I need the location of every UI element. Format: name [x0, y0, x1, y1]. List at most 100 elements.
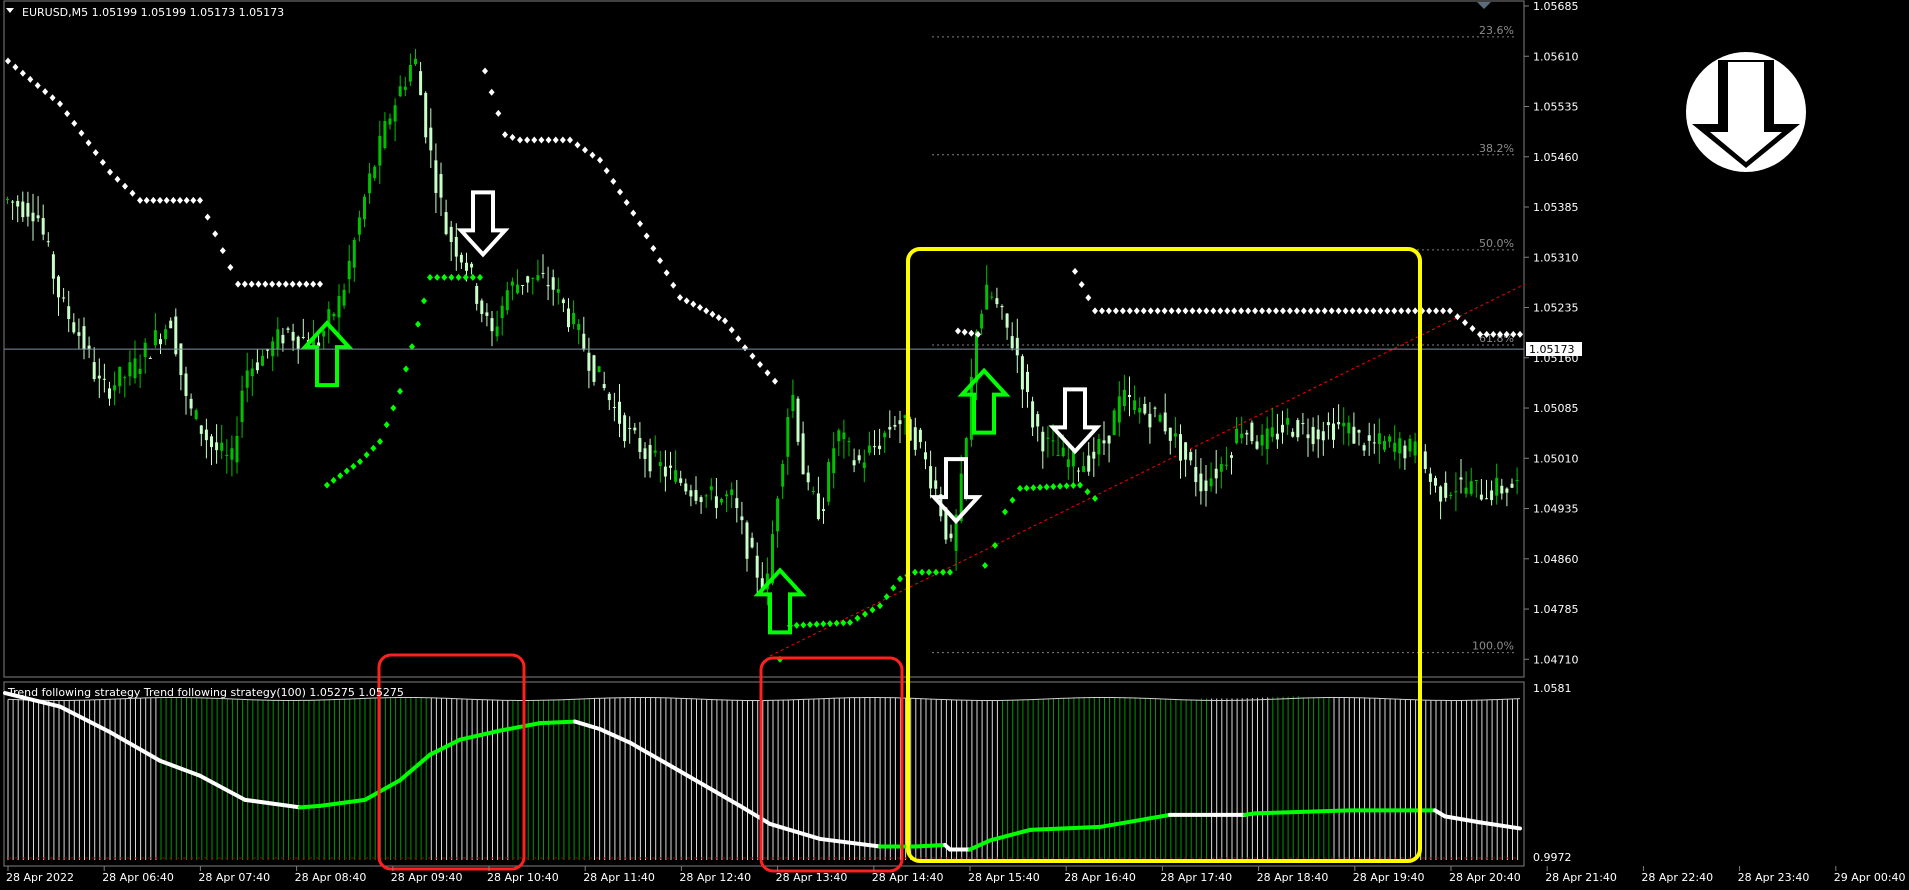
- candle-body: [398, 86, 402, 97]
- candle-body: [1250, 422, 1254, 442]
- candle-body: [255, 362, 259, 371]
- price-tick-label: 1.04860: [1533, 553, 1579, 566]
- candle-body: [699, 497, 703, 503]
- candle-body: [1291, 431, 1295, 437]
- candle-body: [337, 295, 341, 318]
- candle-body: [240, 390, 244, 423]
- candle-body: [1153, 407, 1157, 409]
- candle-body: [1286, 417, 1290, 425]
- time-tick-label: 28 Apr 17:40: [1160, 871, 1232, 884]
- candle-body: [1148, 413, 1152, 428]
- candle-body: [1184, 442, 1188, 460]
- price-tick-label: 1.05010: [1533, 452, 1579, 465]
- candle-body: [41, 218, 45, 235]
- candle-body: [322, 330, 326, 337]
- candle-body: [1515, 480, 1519, 482]
- candle-body: [852, 460, 856, 466]
- candle-body: [1230, 455, 1233, 458]
- candle-body: [1020, 356, 1024, 390]
- time-tick-label: 28 Apr 16:40: [1064, 871, 1136, 884]
- candle-body: [806, 472, 810, 483]
- candle-body: [1199, 473, 1203, 492]
- candle-body: [510, 281, 514, 286]
- time-tick-label: 28 Apr 13:40: [776, 871, 848, 884]
- candle-body: [720, 498, 723, 503]
- candle-body: [1505, 488, 1509, 493]
- candle-body: [1428, 473, 1432, 482]
- candle-body: [148, 358, 152, 360]
- candle-body: [1352, 426, 1356, 444]
- fib-label: 100.0%: [1472, 640, 1514, 653]
- candle-body: [108, 388, 111, 399]
- candle-body: [470, 263, 474, 268]
- fib-label: 50.0%: [1479, 237, 1514, 250]
- candle-body: [301, 336, 305, 338]
- price-tick-label: 1.05085: [1533, 402, 1579, 415]
- candle-body: [985, 284, 989, 310]
- candle-body: [847, 441, 851, 443]
- candle-body: [516, 284, 519, 294]
- time-tick-label: 28 Apr 2022: [6, 871, 74, 884]
- candle-body: [1102, 440, 1106, 444]
- candle-body: [546, 285, 550, 287]
- candle-body: [1122, 389, 1126, 407]
- candle-body: [368, 173, 372, 194]
- candle-body: [1036, 414, 1040, 427]
- candle-body: [1444, 482, 1448, 498]
- candle-body: [582, 333, 586, 350]
- candle-body: [735, 498, 739, 509]
- candle-body: [210, 436, 213, 448]
- candle-body: [1041, 431, 1045, 452]
- candle-body: [1005, 313, 1009, 328]
- candle-body: [1490, 490, 1494, 501]
- candle-body: [332, 313, 336, 317]
- candle-body: [567, 308, 570, 328]
- candle-body: [46, 241, 50, 243]
- candle-body: [1510, 483, 1514, 488]
- candle-body: [776, 498, 780, 532]
- candle-body: [1235, 428, 1239, 444]
- price-chart[interactable]: 23.6%38.2%50.0%61.8%100.0% EURUSD,M5 1.0…: [0, 0, 1909, 890]
- candle-body: [648, 445, 652, 472]
- time-tick-label: 28 Apr 15:40: [968, 871, 1040, 884]
- candle-body: [1479, 494, 1483, 500]
- candle-body: [1413, 441, 1417, 456]
- time-tick-label: 28 Apr 11:40: [583, 871, 655, 884]
- candle-body: [1326, 422, 1330, 426]
- candle-body: [204, 429, 208, 441]
- candle-body: [475, 286, 479, 304]
- candle-body: [36, 215, 40, 219]
- candle-body: [1301, 423, 1305, 425]
- indicator-line-segment: [538, 719, 577, 726]
- candle-body: [31, 212, 35, 222]
- candle-body: [669, 465, 672, 468]
- candle-body: [1128, 395, 1131, 397]
- candle-body: [1398, 438, 1402, 454]
- candle-body: [169, 320, 173, 329]
- candle-body: [694, 490, 698, 501]
- candle-body: [194, 410, 198, 420]
- candle-body: [1194, 466, 1198, 483]
- candle-body: [1168, 427, 1172, 441]
- candle-body: [577, 323, 581, 330]
- candle-body: [913, 427, 917, 450]
- candle-body: [1372, 442, 1376, 444]
- candle-body: [199, 425, 203, 434]
- candle-body: [449, 226, 453, 242]
- candle-body: [1439, 486, 1443, 502]
- candle-body: [92, 362, 96, 380]
- candle-body: [1219, 464, 1223, 472]
- candle-body: [791, 394, 795, 412]
- candle-body: [811, 491, 815, 493]
- candle-body: [250, 368, 254, 377]
- candle-body: [138, 368, 142, 375]
- candle-body: [521, 284, 525, 286]
- candle-body: [1163, 412, 1167, 432]
- candle-body: [1423, 451, 1427, 469]
- candle-body: [1316, 429, 1320, 440]
- candle-body: [505, 290, 509, 311]
- candle-body: [980, 313, 984, 329]
- candle-body: [383, 121, 387, 148]
- candle-body: [143, 342, 147, 357]
- time-tick-label: 28 Apr 19:40: [1353, 871, 1425, 884]
